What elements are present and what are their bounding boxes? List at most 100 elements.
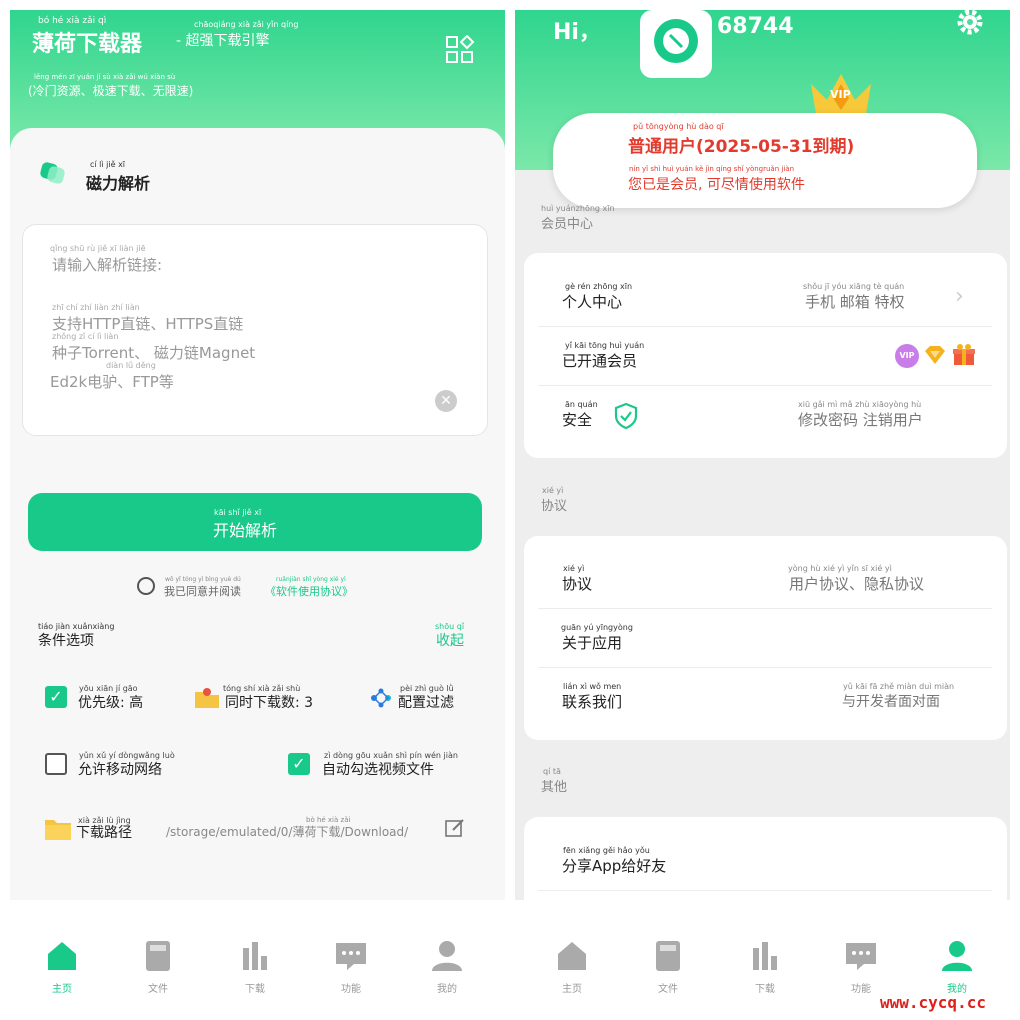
row-divider <box>538 326 992 327</box>
priority-checkbox[interactable]: ✓ <box>45 686 67 708</box>
section-member-pinyin: huì yuánzhōng xīn <box>541 204 615 213</box>
concurrent-label[interactable]: 同时下载数: 3 <box>225 692 313 712</box>
nav-label: 文件 <box>148 984 168 995</box>
user-icon <box>942 941 972 971</box>
contact-us[interactable]: 联系我们 <box>562 691 622 712</box>
bottom-nav-left: 主页 文件 下载 功能 我的 <box>10 900 505 1020</box>
security[interactable]: 安全 <box>562 409 592 430</box>
nav-mine[interactable]: 我的 <box>417 940 477 995</box>
nav-home[interactable]: 主页 <box>542 940 602 995</box>
auto-select-checkbox[interactable]: ✓ <box>288 753 310 775</box>
bars-icon <box>243 942 267 970</box>
vip-badge: VIP <box>830 88 851 101</box>
folder-icon <box>44 817 72 841</box>
start-button-pinyin: kāi shǐ jiě xī <box>214 508 262 517</box>
contact-right-pinyin: yǔ kāi fā zhě miàn duì miàn <box>843 682 955 691</box>
activated-pinyin: yǐ kāi tōng huì yuán <box>565 341 645 350</box>
share-app[interactable]: 分享App给好友 <box>562 855 666 876</box>
about-pinyin: guān yú yīngyòng <box>561 623 633 632</box>
row-divider <box>538 890 992 891</box>
contact-pinyin: lián xì wǒ men <box>563 682 622 691</box>
collapse-button[interactable]: 收起 <box>436 630 464 650</box>
input-label: 请输入解析链接: <box>52 256 163 274</box>
hint1-pinyin: zhī chí zhí liàn zhí liàn <box>52 303 140 312</box>
edit-icon[interactable] <box>444 817 466 839</box>
nav-label: 主页 <box>52 984 72 995</box>
contact-right: 与开发者面对面 <box>842 694 940 710</box>
magnet-logo-icon <box>38 160 68 186</box>
app-subtitle: - 超强下载引擎 <box>176 33 270 49</box>
profile-screen: Hi， 68744 VIP pǔ tōngyòng hù dào qī 普通用户… <box>515 10 1010 900</box>
hint2-pinyin: zhǒng zǐ cí lì liàn <box>52 332 119 341</box>
clear-icon[interactable]: ✕ <box>435 390 457 412</box>
nav-label: 功能 <box>341 984 361 995</box>
book-icon <box>656 941 680 971</box>
personal-center-right: 手机 邮箱 特权 <box>805 293 905 311</box>
filter-label[interactable]: 配置过滤 <box>398 692 454 712</box>
activated-member[interactable]: 已开通会员 <box>562 350 637 371</box>
security-right[interactable]: 修改密码 注销用户 <box>798 409 923 430</box>
vip-icon: VIP <box>895 344 919 368</box>
gear-icon[interactable] <box>955 10 985 38</box>
member-note-pinyin: nín yǐ shì huì yuán kě jìn qíng shǐ yòng… <box>629 165 795 173</box>
nav-mine[interactable]: 我的 <box>927 940 987 995</box>
user-icon <box>432 941 462 971</box>
download-screen: bó hé xià zǎi qì 薄荷下载器 chāoqiáng xià zǎi… <box>10 10 505 900</box>
chat-icon <box>846 943 876 970</box>
folder-upload-icon <box>194 687 220 709</box>
about-app[interactable]: 关于应用 <box>562 632 622 653</box>
agreement-right[interactable]: 用户协议、隐私协议 <box>789 573 924 594</box>
gift-icon <box>952 343 976 367</box>
personal-center[interactable]: 个人中心 <box>562 291 622 312</box>
chat-icon <box>336 943 366 970</box>
nav-home[interactable]: 主页 <box>32 940 92 995</box>
input-label-pinyin: qǐng shū rù jiě xī liàn jiē <box>50 244 146 253</box>
mobile-network-label[interactable]: 允许移动网络 <box>78 759 162 779</box>
security-right-pinyin: xiū gǎi mì mǎ zhù xiāoyòng hù <box>798 400 922 409</box>
grid-menu-icon[interactable] <box>445 34 475 65</box>
nav-downloads[interactable]: 下载 <box>225 940 285 995</box>
filter-icon <box>368 685 394 711</box>
agreement-pinyin: wǒ yǐ tóng yì bìng yuè dú <box>165 576 241 583</box>
section-agreement-title: 协议 <box>541 499 568 514</box>
nav-label: 主页 <box>562 984 582 995</box>
section-member-title: 会员中心 <box>541 217 594 232</box>
nav-label: 下载 <box>755 984 775 995</box>
input-hint-line3: Ed2k电驴、FTP等 <box>50 373 174 391</box>
home-icon <box>48 942 76 970</box>
home-icon <box>558 942 586 970</box>
nav-files[interactable]: 文件 <box>128 940 188 995</box>
bars-icon <box>753 942 777 970</box>
greeting: Hi， <box>553 20 601 45</box>
agreement-radio[interactable] <box>137 577 155 595</box>
agreement-row[interactable]: 协议 <box>562 573 592 594</box>
start-button-label: 开始解析 <box>213 521 278 540</box>
path-value[interactable]: /storage/emulated/0/薄荷下载/Download/ <box>166 823 408 840</box>
diamond-icon <box>923 344 947 366</box>
chevron-right-icon[interactable]: › <box>955 284 964 309</box>
nav-label: 下载 <box>245 984 265 995</box>
mobile-network-checkbox[interactable] <box>45 753 67 775</box>
section-agreement-pinyin: xié yì <box>542 486 564 495</box>
personal-center-pinyin: gè rén zhōng xīn <box>565 282 633 291</box>
section-other-title: 其他 <box>541 780 568 795</box>
row-divider <box>538 385 992 386</box>
agreement-right-pinyin: yòng hù xié yì yǐn sī xié yì <box>788 564 892 573</box>
nav-features[interactable]: 功能 <box>831 940 891 995</box>
share-pinyin: fēn xiǎng gěi hǎo yǒu <box>563 846 650 855</box>
priority-label[interactable]: 优先级: 高 <box>78 692 143 712</box>
member-note: 您已是会员, 可尽情使用软件 <box>628 177 805 193</box>
input-hint-line1: 支持HTTP直链、HTTPS直链 <box>52 315 244 333</box>
nav-downloads[interactable]: 下载 <box>735 940 795 995</box>
section-other-pinyin: qí tā <box>543 767 561 776</box>
nav-features[interactable]: 功能 <box>321 940 381 995</box>
nav-label: 我的 <box>437 984 457 995</box>
section-title-pinyin: cí lì jiě xī <box>90 160 126 169</box>
nav-files[interactable]: 文件 <box>638 940 698 995</box>
agreement-link[interactable]: 《软件使用协议》 <box>265 583 353 599</box>
avatar[interactable] <box>640 10 712 78</box>
auto-select-label[interactable]: 自动勾选视频文件 <box>322 759 434 779</box>
shield-icon <box>613 402 639 430</box>
security-pinyin: ān quán <box>565 400 598 409</box>
options-title: 条件选项 <box>38 633 94 649</box>
